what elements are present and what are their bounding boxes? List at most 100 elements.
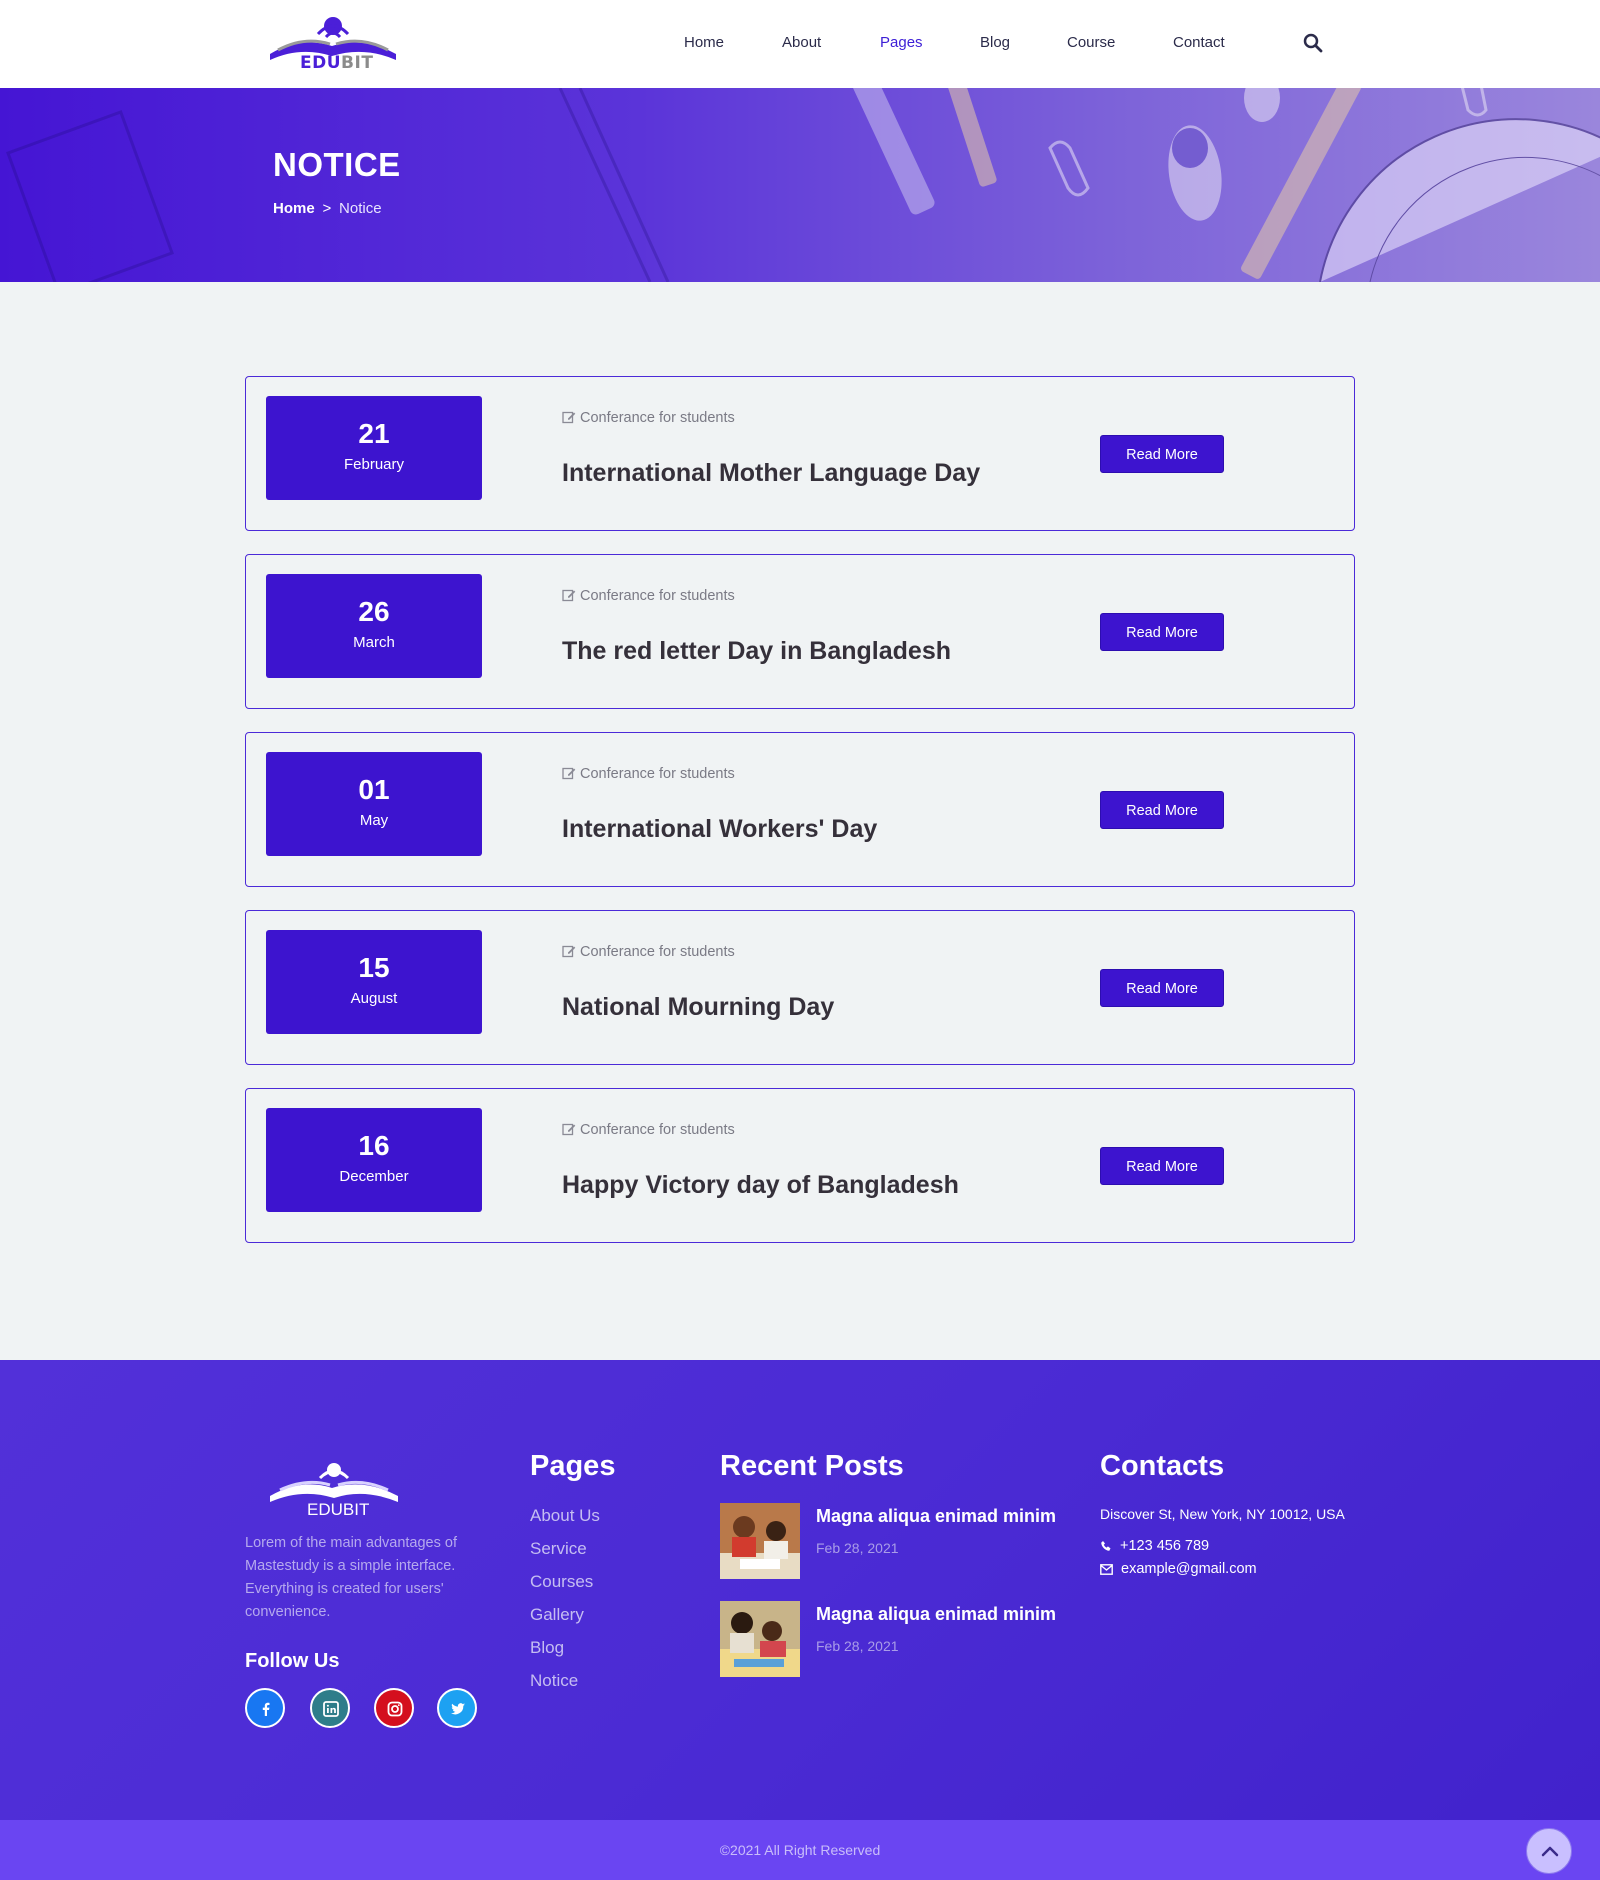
notice-card: 01 May Conferance for students Internationa… — [245, 732, 1355, 887]
follow-us-heading: Follow Us — [245, 1650, 340, 1672]
phone-icon — [1101, 1541, 1111, 1551]
footer-about-text: Lorem of the main advantages of Mastestu… — [245, 1535, 457, 1620]
scroll-to-top-button[interactable] — [1526, 1828, 1572, 1874]
site-header: EDUBIT Home About Pages Blog Course Cont… — [0, 0, 1600, 88]
date-badge: 16 December — [266, 1108, 482, 1212]
nav-home[interactable]: Home — [684, 34, 724, 51]
date-month: August — [350, 990, 398, 1007]
edit-icon — [562, 767, 576, 780]
footer-link-gallery[interactable]: Gallery — [530, 1605, 584, 1625]
envelope-icon — [1100, 1564, 1113, 1575]
contacts-heading: Contacts — [1100, 1450, 1225, 1482]
contact-email-row[interactable]: example@gmail.com — [1100, 1561, 1257, 1577]
page-title: NOTICE — [273, 146, 401, 183]
instagram-icon — [387, 1701, 403, 1717]
linkedin-icon — [323, 1701, 339, 1717]
date-badge: 21 February — [266, 396, 482, 500]
logo-part-bit: BIT — [341, 53, 374, 73]
date-month: March — [353, 634, 395, 651]
notice-tag: Conferance for students — [562, 766, 735, 782]
nav-blog[interactable]: Blog — [980, 34, 1010, 51]
notice-card: 26 March Conferance for students The red le… — [245, 554, 1355, 709]
date-month: February — [343, 456, 405, 473]
notice-title[interactable]: International Mother Language Day — [562, 459, 980, 488]
recent-post-title[interactable]: Magna aliqua enimad minim — [816, 1506, 1056, 1527]
notice-tag-text: Conferance for students — [580, 410, 735, 426]
recent-post-title[interactable]: Magna aliqua enimad minim — [816, 1604, 1056, 1625]
edit-icon — [562, 589, 576, 602]
read-more-button[interactable]: Read More — [1100, 1147, 1224, 1185]
twitter-button[interactable] — [437, 1688, 477, 1728]
footer-link-blog[interactable]: Blog — [530, 1638, 564, 1658]
recent-posts-heading: Recent Posts — [720, 1450, 904, 1482]
nav-about[interactable]: About — [782, 34, 821, 51]
read-more-button[interactable]: Read More — [1100, 969, 1224, 1007]
notice-title[interactable]: International Workers' Day — [562, 815, 877, 844]
logo-part-edu: EDU — [300, 53, 342, 73]
notice-tag: Conferance for students — [562, 410, 735, 426]
notice-tag-text: Conferance for students — [580, 766, 735, 782]
page-banner: NOTICE Home > Notice — [0, 88, 1600, 282]
date-day: 16 — [358, 1130, 390, 1161]
read-more-button[interactable]: Read More — [1100, 791, 1224, 829]
notice-card: 15 August Conferance for students National … — [245, 910, 1355, 1065]
date-month: May — [359, 812, 389, 829]
post-thumbnail-students[interactable] — [720, 1503, 800, 1579]
footer-logo-text: EDUBIT — [307, 1500, 370, 1519]
breadcrumb-home[interactable]: Home — [273, 200, 315, 217]
twitter-icon — [451, 1703, 465, 1715]
edit-icon — [562, 411, 576, 424]
notice-tag-text: Conferance for students — [580, 944, 735, 960]
chevron-up-icon — [1541, 1846, 1559, 1857]
notice-tag: Conferance for students — [562, 944, 735, 960]
date-badge: 15 August — [266, 930, 482, 1034]
banner-background-illustration — [6, 88, 1600, 282]
read-more-button[interactable]: Read More — [1100, 435, 1224, 473]
contact-email: example@gmail.com — [1121, 1561, 1257, 1577]
nav-pages[interactable]: Pages — [880, 34, 923, 51]
footer-bottom-bar: ©2021 All Right Reserved — [0, 1820, 1600, 1880]
nav-course[interactable]: Course — [1067, 34, 1115, 51]
notice-tag-text: Conferance for students — [580, 1122, 735, 1138]
footer-link-courses[interactable]: Courses — [530, 1572, 593, 1592]
copyright-text: ©2021 All Right Reserved — [719, 1842, 881, 1858]
breadcrumb-current: Notice — [339, 200, 382, 217]
date-month: December — [339, 1168, 409, 1185]
breadcrumb: Home > Notice — [273, 200, 382, 217]
linkedin-button[interactable] — [310, 1688, 350, 1728]
search-icon[interactable] — [1302, 32, 1324, 54]
facebook-button[interactable] — [245, 1688, 285, 1728]
site-footer: EDUBIT Lorem of the main advantages of M… — [0, 1360, 1600, 1820]
notice-card: 21 February Conferance for students Interna… — [245, 376, 1355, 531]
footer-link-about-us[interactable]: About Us — [530, 1506, 600, 1526]
recent-post-date: Feb 28, 2021 — [816, 1638, 899, 1654]
facebook-icon — [262, 1702, 270, 1716]
date-day: 21 — [358, 418, 390, 449]
date-badge: 01 May — [266, 752, 482, 856]
notice-card: 16 December Conferance for students Happy V… — [245, 1088, 1355, 1243]
date-badge: 26 March — [266, 574, 482, 678]
edit-icon — [562, 1123, 576, 1136]
notice-title[interactable]: National Mourning Day — [562, 993, 834, 1022]
notice-tag-text: Conferance for students — [580, 588, 735, 604]
nav-contact[interactable]: Contact — [1173, 34, 1225, 51]
post-thumbnail-classroom[interactable] — [720, 1601, 800, 1677]
contact-phone: +123 456 789 — [1120, 1538, 1210, 1554]
notice-tag: Conferance for students — [562, 588, 735, 604]
footer-link-notice[interactable]: Notice — [530, 1671, 578, 1691]
contact-address: Discover St, New York, NY 10012, USA — [1100, 1506, 1345, 1522]
date-day: 01 — [358, 774, 390, 805]
edit-icon — [562, 945, 576, 958]
contact-phone-row[interactable]: +123 456 789 — [1100, 1538, 1209, 1554]
pages-heading: Pages — [530, 1450, 616, 1482]
main-nav: Home About Pages Blog Course Contact — [0, 34, 1600, 54]
read-more-button[interactable]: Read More — [1100, 613, 1224, 651]
notice-tag: Conferance for students — [562, 1122, 735, 1138]
instagram-button[interactable] — [374, 1688, 414, 1728]
date-day: 15 — [358, 952, 390, 983]
footer-link-service[interactable]: Service — [530, 1539, 587, 1559]
breadcrumb-separator: > — [322, 200, 332, 217]
logo-wordmark[interactable]: EDUBIT — [300, 53, 373, 73]
notice-title[interactable]: Happy Victory day of Bangladesh — [562, 1171, 959, 1200]
notice-title[interactable]: The red letter Day in Bangladesh — [562, 637, 951, 666]
